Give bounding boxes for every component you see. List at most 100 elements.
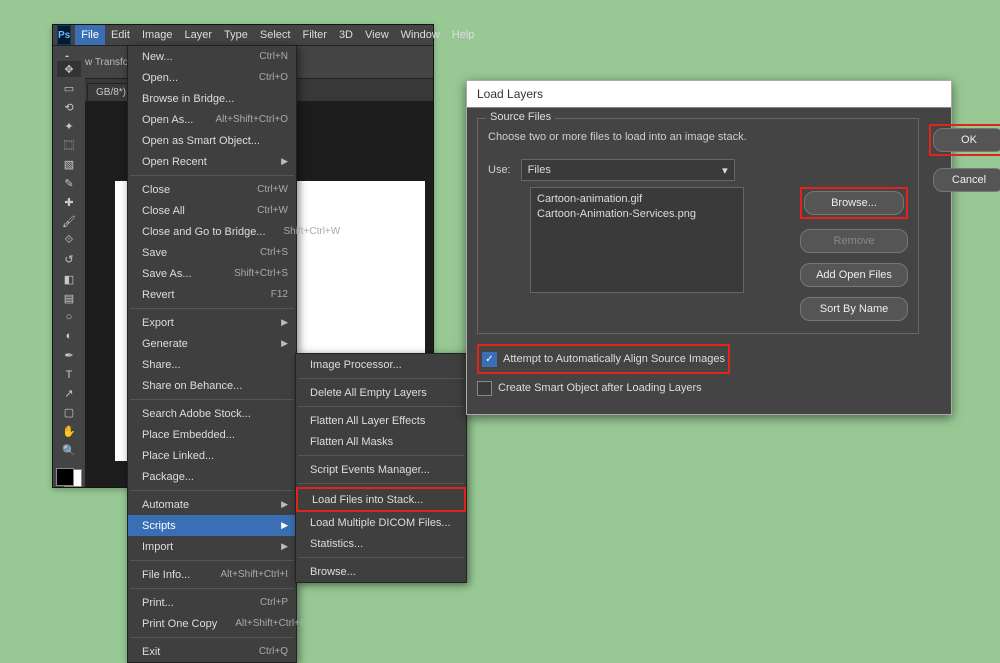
menu-row-open-as[interactable]: Open As...Alt+Shift+Ctrl+O	[128, 109, 296, 130]
menu-item-edit[interactable]: Edit	[105, 25, 136, 45]
menu-shortcut: Ctrl+P	[260, 597, 288, 608]
dodge-tool-icon[interactable]: ◐	[57, 328, 81, 344]
submenu-row-load-multiple-dicom-files[interactable]: Load Multiple DICOM Files...	[296, 512, 466, 533]
menu-row-label: Share on Behance...	[142, 380, 242, 392]
foreground-background-swatch[interactable]	[56, 468, 82, 487]
menu-item-filter[interactable]: Filter	[296, 25, 332, 45]
marquee-tool-icon[interactable]: ▭	[57, 80, 81, 96]
heal-tool-icon[interactable]: ✚	[57, 195, 81, 211]
use-select[interactable]: Files ▾	[521, 159, 735, 181]
menu-row-print-one-copy[interactable]: Print One CopyAlt+Shift+Ctrl+P	[128, 613, 296, 634]
menu-row-open-recent[interactable]: Open Recent▶	[128, 151, 296, 172]
menu-row-place-embedded[interactable]: Place Embedded...	[128, 424, 296, 445]
align-checkbox-row[interactable]: ✓ Attempt to Automatically Align Source …	[482, 349, 725, 369]
group-legend: Source Files	[486, 111, 555, 123]
menu-row-revert[interactable]: Revert F12	[128, 284, 296, 305]
menu-row-label: Share...	[142, 359, 181, 371]
submenu-row-statistics[interactable]: Statistics...	[296, 533, 466, 554]
menu-shortcut: F12	[271, 289, 288, 300]
menu-item-help[interactable]: Help	[446, 25, 481, 45]
menu-row-label: Save	[142, 247, 167, 259]
submenu-row-image-processor[interactable]: Image Processor...	[296, 354, 466, 375]
menu-item-window[interactable]: Window	[395, 25, 446, 45]
checkbox-checked-icon: ✓	[482, 352, 497, 367]
menu-row-scripts[interactable]: Scripts ▶	[128, 515, 296, 536]
submenu-row-flatten-all-masks[interactable]: Flatten All Masks	[296, 431, 466, 452]
menu-shortcut: Shift+Ctrl+W	[284, 226, 341, 237]
menu-item-image[interactable]: Image	[136, 25, 179, 45]
menu-row-package[interactable]: Package...	[128, 466, 296, 487]
menu-row-search-adobe-stock[interactable]: Search Adobe Stock...	[128, 403, 296, 424]
gradient-tool-icon[interactable]: ▤	[57, 290, 81, 306]
menu-row-place-linked[interactable]: Place Linked...	[128, 445, 296, 466]
load-layers-dialog: Load Layers Source Files Choose two or m…	[466, 80, 952, 415]
menu-row-file-info[interactable]: File Info...Alt+Shift+Ctrl+I	[128, 564, 296, 585]
add-open-files-button[interactable]: Add Open Files	[800, 263, 908, 287]
submenu-row-script-events-manager[interactable]: Script Events Manager...	[296, 459, 466, 480]
browse-button[interactable]: Browse...	[804, 191, 904, 215]
submenu-arrow-icon: ▶	[281, 520, 288, 531]
brush-tool-icon[interactable]: 🖌	[57, 214, 81, 230]
menu-row-close[interactable]: CloseCtrl+W	[128, 179, 296, 200]
checkbox-unchecked-icon	[477, 381, 492, 396]
menu-row-label: Open as Smart Object...	[142, 135, 260, 147]
menu-row-open-as-smart-object[interactable]: Open as Smart Object...	[128, 130, 296, 151]
menu-shortcut: Ctrl+Q	[259, 646, 288, 657]
menu-row-label: Browse in Bridge...	[142, 93, 234, 105]
menu-row-close-and-go-to-bridge[interactable]: Close and Go to Bridge...Shift+Ctrl+W	[128, 221, 296, 242]
menu-row-browse-in-bridge[interactable]: Browse in Bridge...	[128, 88, 296, 109]
menu-row-label: Export	[142, 317, 174, 329]
blur-tool-icon[interactable]: ○	[57, 309, 81, 325]
menu-item-layer[interactable]: Layer	[179, 25, 219, 45]
menu-row-save[interactable]: SaveCtrl+S	[128, 242, 296, 263]
menu-row-new[interactable]: New...Ctrl+N	[128, 46, 296, 67]
menu-row-save-as[interactable]: Save As...Shift+Ctrl+S	[128, 263, 296, 284]
history-tool-icon[interactable]: ↺	[57, 252, 81, 268]
cancel-button[interactable]: Cancel	[933, 168, 1000, 192]
type-tool-icon[interactable]: T	[57, 367, 81, 383]
tool-bar: ✥ ▭ ⟲ ✦ ⿴ ▧ ✎ ✚ 🖌 ⟐ ↺ ◧ ▤ ○ ◐ ✒ T ↗ ▢ ✋ 🔍	[53, 57, 85, 487]
path-tool-icon[interactable]: ↗	[57, 386, 81, 402]
frame-tool-icon[interactable]: ▧	[57, 156, 81, 172]
menu-row-share-on-behance[interactable]: Share on Behance...	[128, 375, 296, 396]
menu-row-import[interactable]: Import▶	[128, 536, 296, 557]
move-tool-icon[interactable]: ✥	[57, 61, 81, 77]
menu-row-label: Scripts	[142, 520, 176, 532]
lasso-tool-icon[interactable]: ⟲	[57, 99, 81, 115]
pen-tool-icon[interactable]: ✒	[57, 347, 81, 363]
ok-button[interactable]: OK	[933, 128, 1000, 152]
menu-row-label: Revert	[142, 289, 174, 301]
menu-item-3d[interactable]: 3D	[333, 25, 359, 45]
menu-row-share[interactable]: Share...	[128, 354, 296, 375]
menu-item-view[interactable]: View	[359, 25, 395, 45]
crop-tool-icon[interactable]: ⿴	[57, 137, 81, 153]
eraser-tool-icon[interactable]: ◧	[57, 271, 81, 287]
smart-object-checkbox-row[interactable]: Create Smart Object after Loading Layers	[477, 378, 919, 398]
eyedrop-tool-icon[interactable]: ✎	[57, 176, 81, 192]
file-list-item[interactable]: Cartoon-Animation-Services.png	[537, 207, 737, 222]
submenu-row-flatten-all-layer-effects[interactable]: Flatten All Layer Effects	[296, 410, 466, 431]
file-list-item[interactable]: Cartoon-animation.gif	[537, 192, 737, 207]
sort-by-name-button[interactable]: Sort By Name	[800, 297, 908, 321]
menu-row-automate[interactable]: Automate▶	[128, 494, 296, 515]
menu-item-type[interactable]: Type	[218, 25, 254, 45]
rect-tool-icon[interactable]: ▢	[57, 405, 81, 421]
menu-row-print[interactable]: Print...Ctrl+P	[128, 592, 296, 613]
menu-row-close-all[interactable]: Close AllCtrl+W	[128, 200, 296, 221]
submenu-row-browse[interactable]: Browse...	[296, 561, 466, 582]
stamp-tool-icon[interactable]: ⟐	[57, 233, 81, 249]
menu-row-generate[interactable]: Generate▶	[128, 333, 296, 354]
menu-item-select[interactable]: Select	[254, 25, 297, 45]
wand-tool-icon[interactable]: ✦	[57, 118, 81, 134]
help-text: Choose two or more files to load into an…	[488, 131, 908, 143]
menu-row-exit[interactable]: ExitCtrl+Q	[128, 641, 296, 662]
menu-row-export[interactable]: Export▶	[128, 312, 296, 333]
menu-shortcut: Ctrl+W	[257, 184, 288, 195]
zoom-tool-icon[interactable]: 🔍	[57, 443, 81, 459]
menu-row-open[interactable]: Open...Ctrl+O	[128, 67, 296, 88]
remove-button[interactable]: Remove	[800, 229, 908, 253]
submenu-row-delete-all-empty-layers[interactable]: Delete All Empty Layers	[296, 382, 466, 403]
file-list[interactable]: Cartoon-animation.gifCartoon-Animation-S…	[530, 187, 744, 293]
hand-tool-icon[interactable]: ✋	[57, 424, 81, 440]
menu-item-file[interactable]: File	[75, 25, 105, 45]
